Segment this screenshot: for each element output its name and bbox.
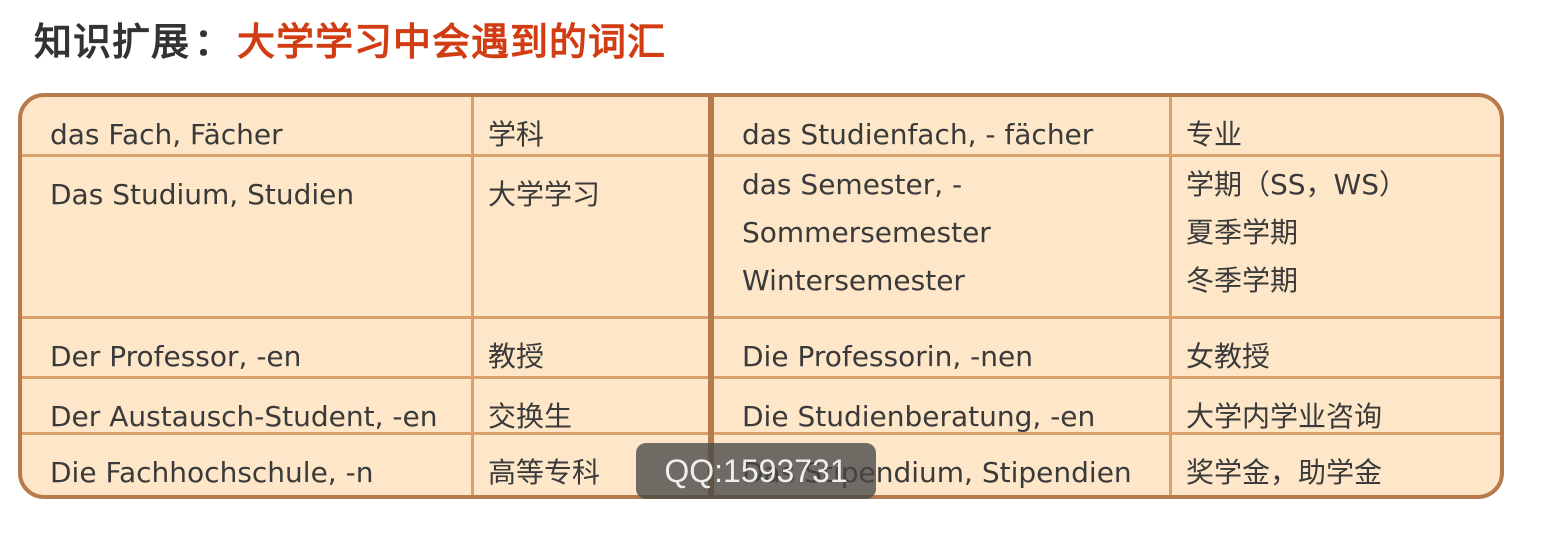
chinese-meaning-right: 女教授 — [1172, 319, 1500, 379]
german-term-left: Der Austausch-Student, -en — [22, 379, 474, 435]
german-term-right: das Studienfach, - fächer — [714, 97, 1172, 157]
cell-text-line: das Fach, Fächer — [50, 118, 283, 151]
cell-text-line: Die Studienberatung, -en — [742, 400, 1096, 433]
title-colon: ： — [194, 20, 234, 64]
cell-text-line: Wintersemester — [742, 264, 965, 297]
cell-text-line: 奖学金，助学金 — [1186, 456, 1383, 489]
cell-text-line: das Studienfach, - fächer — [742, 118, 1094, 151]
chinese-meaning-left: 教授 — [474, 319, 708, 379]
cell-text-line: 大学学习 — [488, 178, 601, 211]
cell-text-line: 交换生 — [488, 400, 573, 433]
german-term-right: Die Studienberatung, -en — [714, 379, 1172, 435]
title-topic: 大学学习中会遇到的词汇 — [237, 20, 667, 64]
german-term-right: das Semester, - Sommersemester Wintersemes… — [714, 157, 1172, 319]
cell-text-line: Der Professor, -en — [50, 340, 302, 373]
chinese-meaning-left: 学科 — [474, 97, 708, 157]
german-term-left: Die Fachhochschule, -n — [22, 435, 474, 495]
chinese-meaning-left: 交换生 — [474, 379, 708, 435]
cell-text-line: 夏季学期 — [1186, 216, 1299, 249]
cell-text-line: 冬季学期 — [1186, 264, 1299, 297]
cell-text-line: das Semester, - — [742, 168, 963, 201]
title-prefix: 知识扩展 — [34, 20, 191, 64]
page-title: 知识扩展：大学学习中会遇到的词汇 — [34, 14, 666, 70]
vocabulary-table: das Fach, Fächer 学科 das Studienfach, - fäc… — [18, 93, 1504, 499]
cell-text-line: Das Studium, Studien — [50, 178, 355, 211]
chinese-meaning-left: 大学学习 — [474, 157, 708, 319]
cell-text-line: Der Austausch-Student, -en — [50, 400, 438, 433]
cell-text-line: Die Fachhochschule, -n — [50, 456, 374, 489]
vocabulary-grid: das Fach, Fächer 学科 das Studienfach, - fäc… — [22, 97, 1500, 495]
cell-text-line: Die Professorin, -nen — [742, 340, 1033, 373]
cell-text-line: 大学内学业咨询 — [1186, 400, 1383, 433]
cell-text-line: Sommersemester — [742, 216, 991, 249]
cell-text-line: 教授 — [488, 340, 545, 373]
cell-text-line: 学科 — [488, 118, 545, 151]
german-term-left: das Fach, Fächer — [22, 97, 474, 157]
german-term-left: Das Studium, Studien — [22, 157, 474, 319]
german-term-left: Der Professor, -en — [22, 319, 474, 379]
chinese-meaning-right: 大学内学业咨询 — [1172, 379, 1500, 435]
cell-text-line: 女教授 — [1186, 340, 1271, 373]
cell-text-line: 学期（SS，WS） — [1186, 168, 1408, 201]
german-term-right: Die Professorin, -nen — [714, 319, 1172, 379]
chinese-meaning-right: 学期（SS，WS） 夏季学期冬季学期 — [1172, 157, 1500, 319]
chinese-meaning-right: 奖学金，助学金 — [1172, 435, 1500, 495]
qq-watermark: QQ:1593731 — [636, 443, 876, 499]
cell-text-line: 专业 — [1186, 118, 1243, 151]
chinese-meaning-right: 专业 — [1172, 97, 1500, 157]
